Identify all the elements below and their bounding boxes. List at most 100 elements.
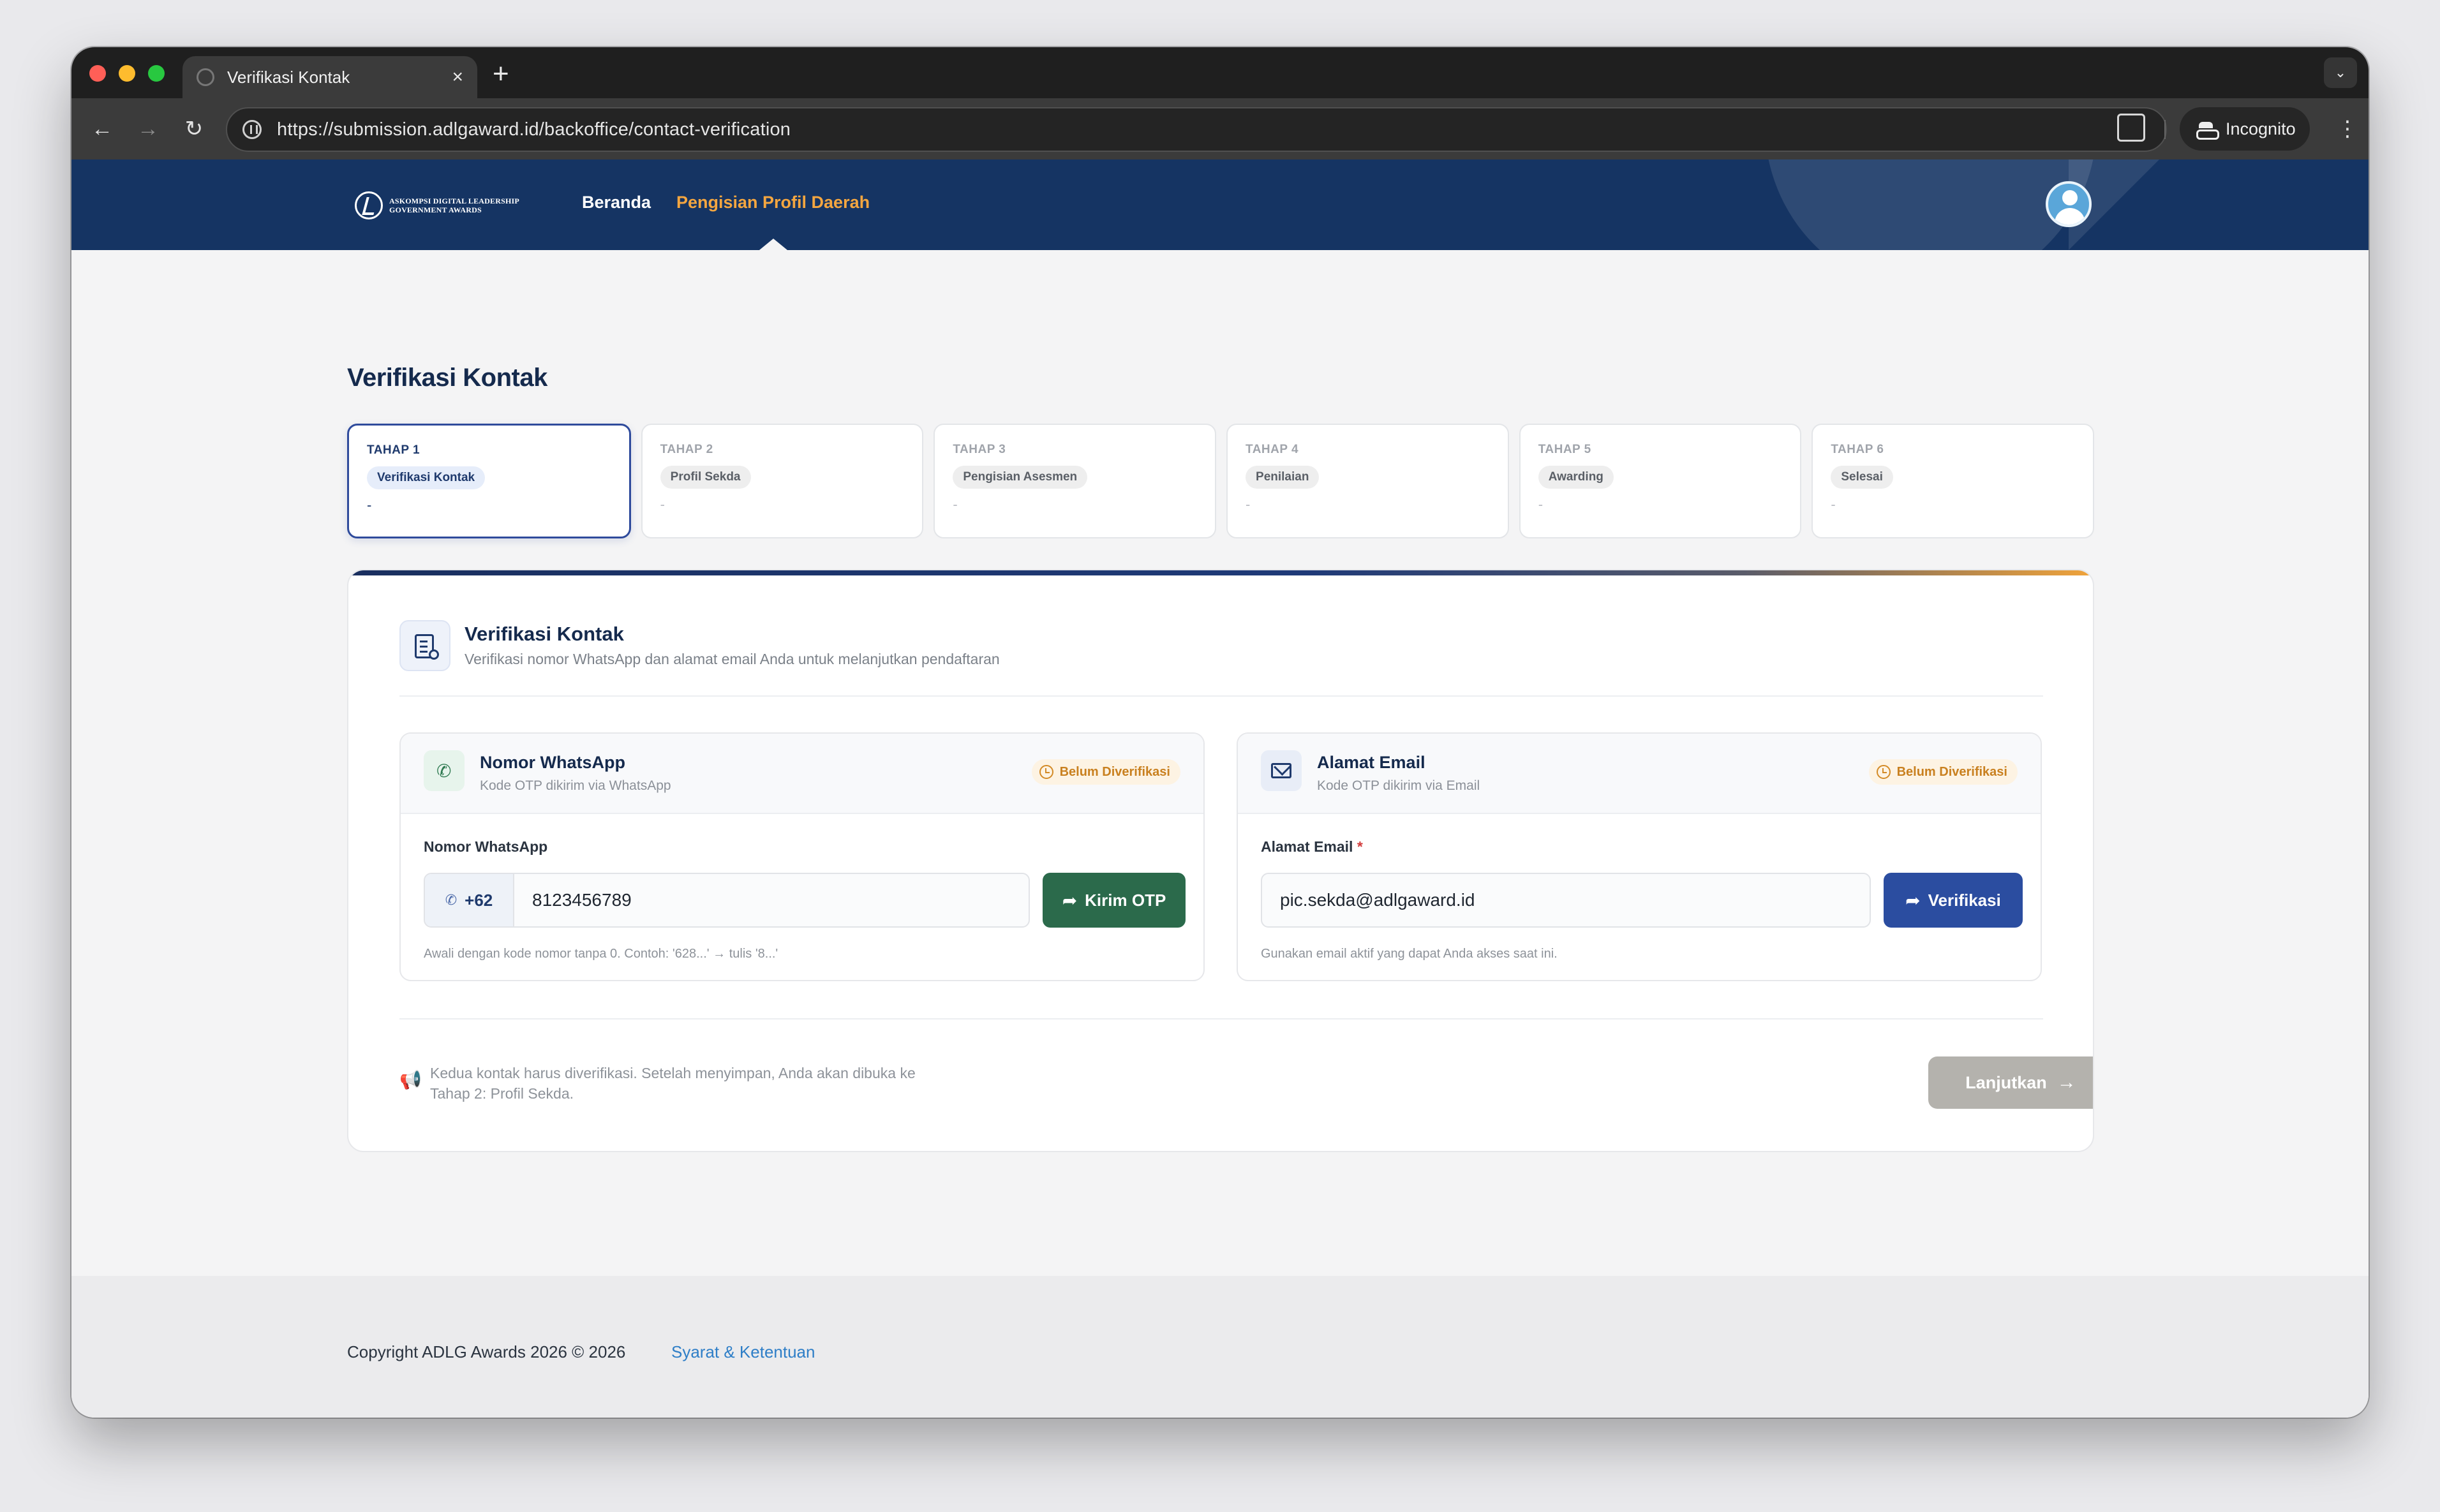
step-status: -	[1538, 496, 1544, 512]
whatsapp-input[interactable]: ✆ +62 8123456789	[424, 873, 1030, 928]
site-info-icon[interactable]	[242, 120, 262, 139]
share-arrow-icon: ➦	[1905, 890, 1921, 910]
site-logo[interactable]: ASKOMPSI DIGITAL LEADERSHIP GOVERNMENT A…	[355, 191, 519, 219]
email-subtitle: Kode OTP dikirim via Email	[1317, 778, 1480, 793]
step-label: Selesai	[1831, 466, 1893, 489]
step-number: TAHAP 1	[367, 443, 420, 457]
whatsapp-section: ✆ Nomor WhatsApp Kode OTP dikirim via Wh…	[399, 732, 1205, 981]
status-badge-label: Belum Diverifikasi	[1059, 764, 1170, 779]
email-input[interactable]: pic.sekda@adlgaward.id	[1261, 873, 1871, 928]
extensions-icon[interactable]	[2117, 114, 2145, 142]
step-4[interactable]: TAHAP 4 Penilaian -	[1226, 424, 1509, 538]
step-status: -	[660, 496, 665, 512]
verify-email-button[interactable]: ➦ Verifikasi	[1884, 873, 2023, 928]
clock-icon	[1876, 765, 1891, 779]
copyright-text: Copyright ADLG Awards 2026 © 2026	[347, 1342, 626, 1361]
step-number: TAHAP 3	[953, 443, 1006, 456]
favicon-icon	[197, 68, 214, 86]
step-3[interactable]: TAHAP 3 Pengisian Asesmen -	[934, 424, 1217, 538]
toolbar-divider	[2164, 120, 2166, 139]
step-number: TAHAP 4	[1246, 443, 1299, 456]
email-input-value[interactable]: pic.sekda@adlgaward.id	[1262, 890, 1475, 910]
nav-item-beranda[interactable]: Beranda	[582, 193, 651, 212]
logo-icon	[355, 191, 383, 219]
incognito-icon	[2196, 122, 2219, 140]
step-2[interactable]: TAHAP 2 Profil Sekda -	[641, 424, 924, 538]
step-6[interactable]: TAHAP 6 Selesai -	[1811, 424, 2095, 538]
tab-strip: Verifikasi Kontak × + ⌄	[71, 47, 2369, 98]
page-title: Verifikasi Kontak	[347, 364, 547, 392]
step-number: TAHAP 2	[660, 443, 713, 456]
verification-card: Verifikasi Kontak Verifikasi nomor Whats…	[347, 569, 2094, 1152]
whatsapp-hint: Awali dengan kode nomor tanpa 0. Contoh:…	[424, 947, 778, 961]
close-window-button[interactable]	[89, 65, 106, 82]
step-1[interactable]: TAHAP 1 Verifikasi Kontak -	[347, 424, 631, 538]
arrow-right-icon: →	[2057, 1072, 2076, 1093]
site-header: ASKOMPSI DIGITAL LEADERSHIP GOVERNMENT A…	[71, 159, 2369, 250]
step-number: TAHAP 6	[1831, 443, 1884, 456]
divider	[399, 1018, 2043, 1019]
step-label: Profil Sekda	[660, 466, 751, 489]
maximize-window-button[interactable]	[148, 65, 165, 82]
mail-icon	[1261, 750, 1302, 791]
email-hint: Gunakan email aktif yang dapat Anda akse…	[1261, 947, 1558, 961]
step-number: TAHAP 5	[1538, 443, 1591, 456]
step-status: -	[367, 497, 372, 513]
email-section-header: Alamat Email Kode OTP dikirim via Email …	[1238, 734, 2041, 814]
contact-verification-icon	[399, 620, 450, 671]
email-title: Alamat Email	[1317, 753, 1425, 772]
phone-icon: ✆	[424, 750, 465, 791]
tab-title: Verifikasi Kontak	[227, 67, 350, 87]
tab-search-button[interactable]: ⌄	[2324, 57, 2357, 88]
divider	[399, 695, 2043, 697]
step-label: Pengisian Asesmen	[953, 466, 1088, 489]
active-nav-indicator	[759, 239, 787, 250]
forward-arrow-icon[interactable]: →	[131, 112, 165, 145]
reload-icon[interactable]: ↻	[177, 112, 211, 145]
step-label: Awarding	[1538, 466, 1614, 489]
step-label: Verifikasi Kontak	[367, 466, 486, 489]
window-controls	[89, 65, 165, 82]
continue-button[interactable]: Lanjutkan →	[1928, 1056, 2093, 1109]
back-arrow-icon[interactable]: ←	[86, 112, 119, 145]
verify-label: Verifikasi	[1928, 890, 2001, 910]
whatsapp-input-value[interactable]: 8123456789	[514, 890, 632, 910]
step-status: -	[953, 496, 958, 512]
email-field-label: Alamat Email *	[1261, 838, 1363, 856]
step-label: Penilaian	[1246, 466, 1320, 489]
user-avatar-icon[interactable]	[2046, 181, 2092, 227]
logo-line-1: ASKOMPSI DIGITAL LEADERSHIP	[389, 196, 519, 205]
whatsapp-section-header: ✆ Nomor WhatsApp Kode OTP dikirim via Wh…	[401, 734, 1203, 814]
status-badge: Belum Diverifikasi	[1031, 759, 1180, 785]
card-title: Verifikasi Kontak	[465, 623, 624, 645]
new-tab-button[interactable]: +	[493, 56, 509, 92]
clock-icon	[1039, 765, 1053, 779]
nav-item-pengisian-profil-daerah[interactable]: Pengisian Profil Daerah	[676, 193, 870, 212]
send-otp-label: Kirim OTP	[1085, 890, 1166, 910]
verification-note: Kedua kontak harus diverifikasi. Setelah…	[430, 1065, 916, 1102]
email-label-text: Alamat Email	[1261, 838, 1353, 855]
step-status: -	[1831, 496, 1836, 512]
close-tab-icon[interactable]: ×	[452, 68, 463, 87]
browser-tab[interactable]: Verifikasi Kontak ×	[182, 56, 477, 98]
share-arrow-icon: ➦	[1062, 890, 1078, 910]
send-otp-button[interactable]: ➦ Kirim OTP	[1043, 873, 1186, 928]
status-badge-label: Belum Diverifikasi	[1896, 764, 2007, 779]
card-subtitle: Verifikasi nomor WhatsApp dan alamat ema…	[465, 651, 1000, 667]
continue-label: Lanjutkan	[1965, 1072, 2047, 1092]
address-bar[interactable]: https://submission.adlgaward.id/backoffi…	[226, 107, 2167, 152]
email-section: Alamat Email Kode OTP dikirim via Email …	[1237, 732, 2042, 981]
browser-window: Verifikasi Kontak × + ⌄ ← → ↻ https://su…	[71, 47, 2369, 1418]
url-text[interactable]: https://submission.adlgaward.id/backoffi…	[277, 119, 791, 140]
incognito-badge[interactable]: Incognito	[2180, 107, 2310, 151]
whatsapp-subtitle: Kode OTP dikirim via WhatsApp	[480, 778, 671, 793]
step-status: -	[1246, 496, 1251, 512]
minimize-window-button[interactable]	[119, 65, 135, 82]
step-5[interactable]: TAHAP 5 Awarding -	[1519, 424, 1802, 538]
phone-icon: ✆	[445, 892, 458, 908]
browser-menu-icon[interactable]: ⋮	[2337, 112, 2358, 145]
page-content: ASKOMPSI DIGITAL LEADERSHIP GOVERNMENT A…	[71, 159, 2369, 1418]
country-code-prefix: ✆ +62	[425, 874, 514, 926]
status-badge: Belum Diverifikasi	[1868, 759, 2018, 785]
terms-link[interactable]: Syarat & Ketentuan	[671, 1342, 815, 1362]
